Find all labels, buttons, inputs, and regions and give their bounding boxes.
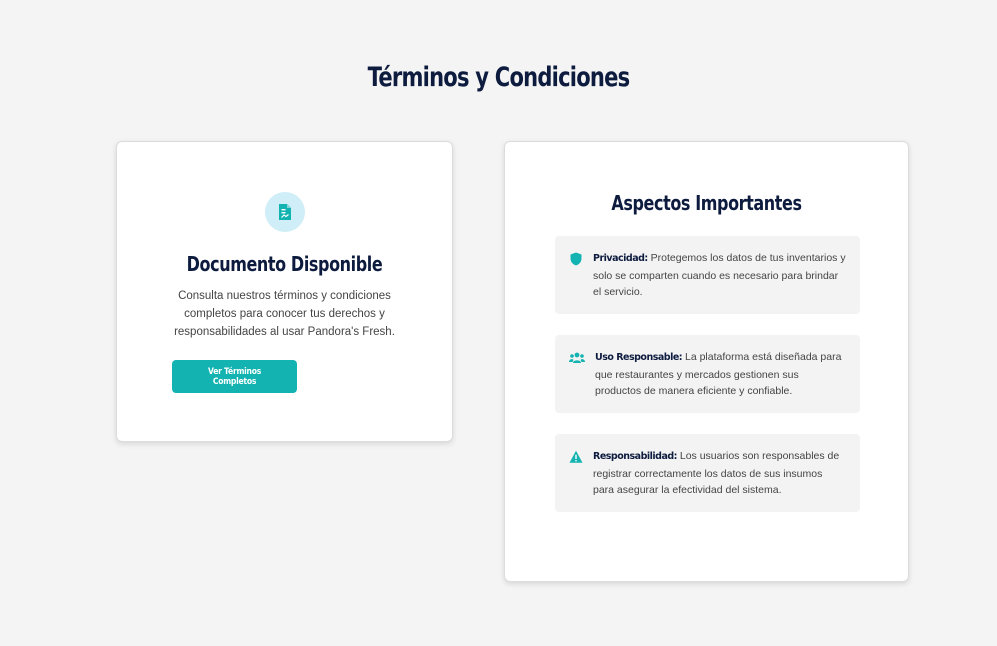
document-icon-circle xyxy=(265,192,305,232)
aspect-item-privacy: Privacidad: Protegemos los datos de tus … xyxy=(555,236,860,314)
aspects-card: Aspectos Importantes Privacidad: Protege… xyxy=(504,141,909,582)
aspect-label: Uso Responsable: xyxy=(595,352,683,363)
aspect-label: Privacidad: xyxy=(593,253,648,264)
document-icon xyxy=(279,204,291,220)
page-title: Términos y Condiciones xyxy=(367,62,631,93)
users-icon xyxy=(569,352,585,363)
aspect-item-responsible-use: Uso Responsable: La plataforma está dise… xyxy=(555,335,860,413)
document-heading: Documento Disponible xyxy=(186,252,383,276)
view-full-terms-button[interactable]: Ver Términos Completos xyxy=(172,360,297,393)
view-full-terms-label: Ver Términos Completos xyxy=(207,366,262,387)
document-card: Documento Disponible Consulta nuestros t… xyxy=(116,141,453,442)
document-description: Consulta nuestros términos y condiciones… xyxy=(174,290,395,338)
aspects-heading: Aspectos Importantes xyxy=(611,191,802,215)
aspect-item-responsibility: Responsabilidad: Los usuarios son respon… xyxy=(555,434,860,512)
warning-icon xyxy=(569,450,583,463)
shield-icon xyxy=(570,252,582,266)
aspect-label: Responsabilidad: xyxy=(593,451,677,462)
